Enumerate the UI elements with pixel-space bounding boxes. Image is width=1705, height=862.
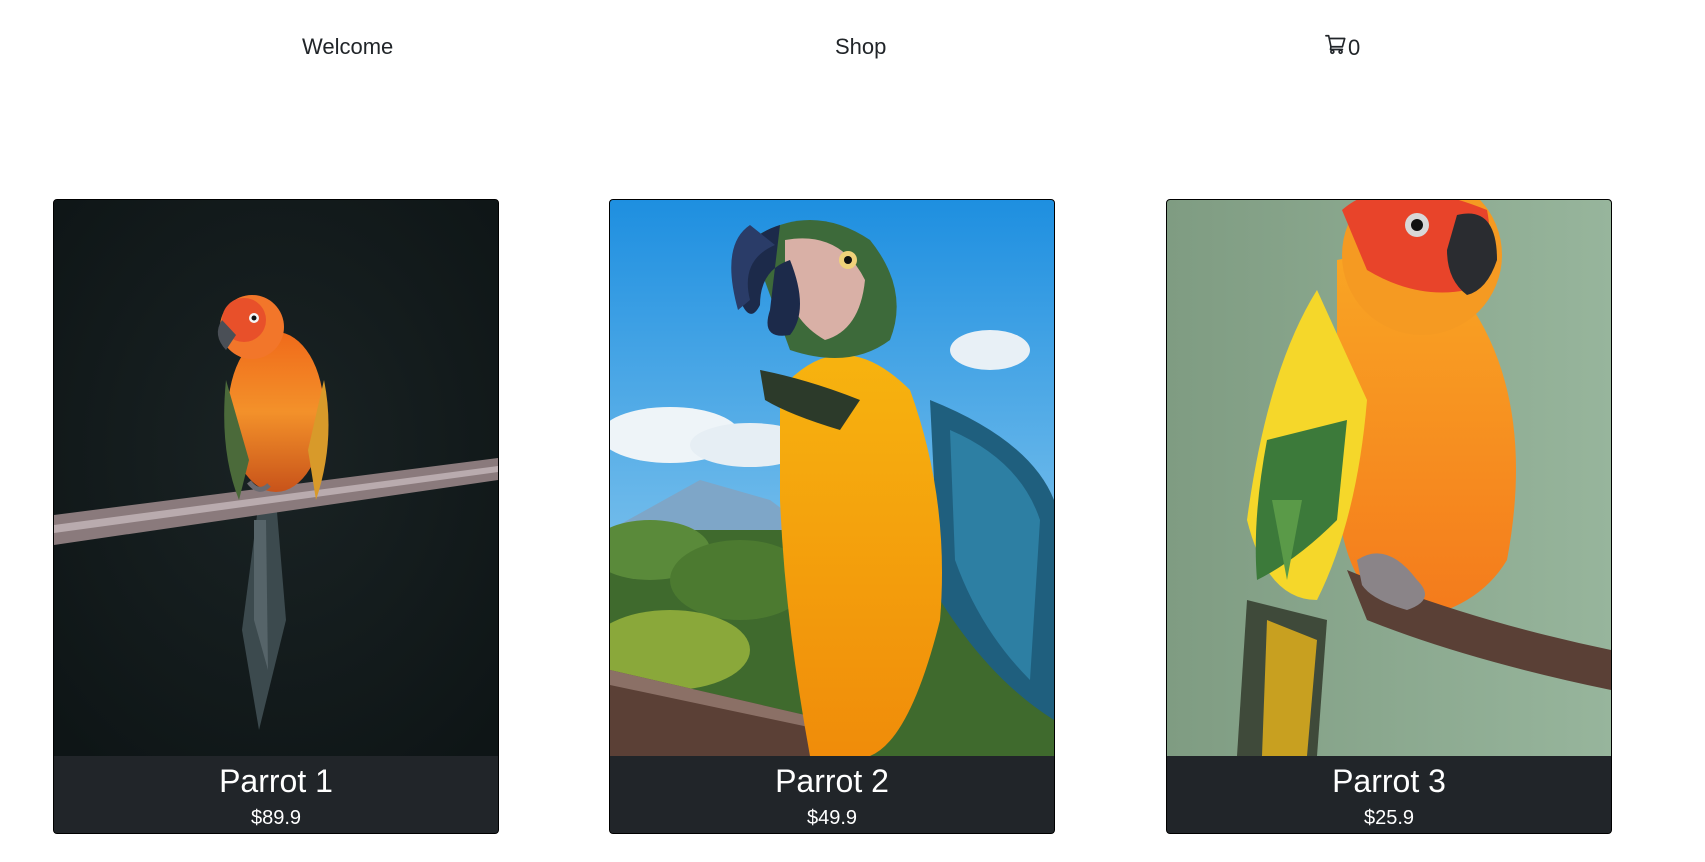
product-caption: Parrot 2 $49.9	[610, 756, 1054, 833]
cart-count: 0	[1348, 34, 1361, 60]
product-caption: Parrot 3 $25.9	[1167, 756, 1611, 833]
parrot-photo	[610, 200, 1054, 756]
product-card[interactable]: Parrot 3 $25.9	[1166, 199, 1612, 834]
parrot-photo	[1167, 200, 1611, 756]
product-name: Parrot 3	[1332, 763, 1446, 799]
top-navigation: Welcome Shop 0	[0, 0, 1705, 96]
product-name: Parrot 2	[775, 763, 889, 799]
nav-cart-link[interactable]: 0	[1325, 33, 1360, 62]
product-price: $89.9	[250, 807, 302, 829]
product-caption: Parrot 1 $89.9	[54, 756, 498, 833]
product-card[interactable]: Parrot 1 $89.9	[53, 199, 499, 834]
product-name: Parrot 1	[219, 763, 333, 799]
cart-icon	[1325, 33, 1348, 62]
product-card[interactable]: Parrot 2 $49.9	[609, 199, 1055, 834]
nav-welcome-link[interactable]: Welcome	[302, 33, 393, 61]
product-price: $49.9	[806, 807, 858, 829]
parrot-photo	[54, 200, 498, 756]
product-price: $25.9	[1363, 807, 1415, 829]
nav-shop-link[interactable]: Shop	[835, 33, 886, 61]
